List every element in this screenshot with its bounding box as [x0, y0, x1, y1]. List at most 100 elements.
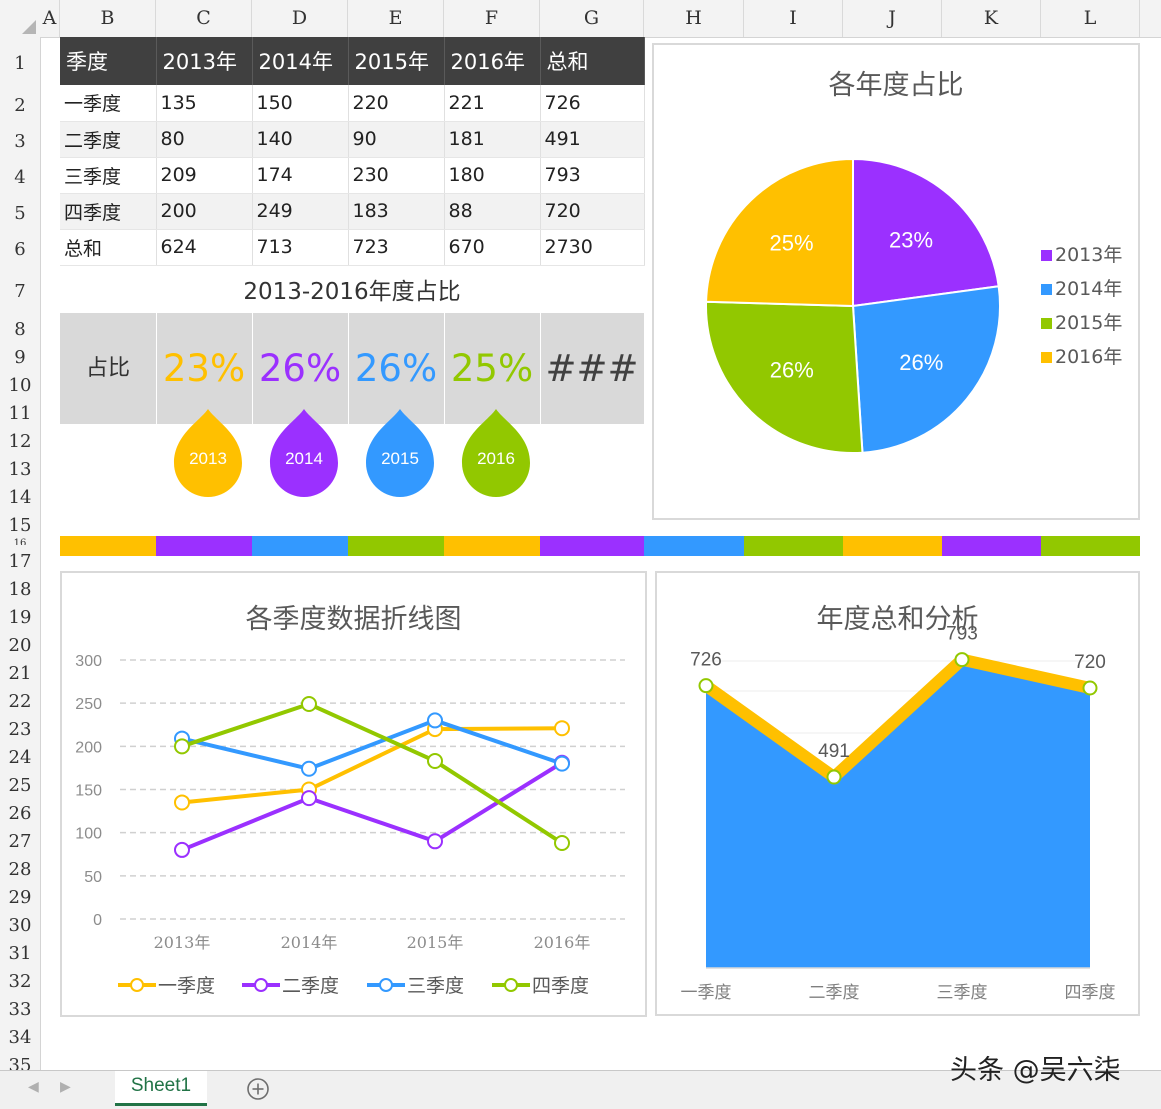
table-cell[interactable]: 670: [444, 229, 541, 266]
table-cell[interactable]: 三季度: [60, 157, 157, 194]
row-header-24[interactable]: 24: [0, 741, 40, 769]
data-point[interactable]: [554, 835, 570, 852]
table-cell[interactable]: 四季度: [60, 193, 157, 230]
row-header-7[interactable]: 7: [0, 265, 40, 313]
data-point[interactable]: [698, 678, 714, 694]
row-header-13[interactable]: 13: [0, 453, 40, 481]
column-header-g[interactable]: G: [540, 0, 644, 37]
table-cell[interactable]: 181: [444, 121, 541, 158]
area-chart-box[interactable]: 年度总和分析 726 491 793 720 一季度 二季度 三季度 四季度: [655, 571, 1140, 1016]
legend-label[interactable]: 2014年: [1055, 278, 1122, 300]
data-point[interactable]: [554, 720, 570, 737]
legend-label[interactable]: 一季度: [158, 975, 215, 997]
data-point[interactable]: [1082, 680, 1098, 696]
row-header-22[interactable]: 22: [0, 685, 40, 713]
table-cell[interactable]: 209: [156, 157, 253, 194]
table-cell[interactable]: 174: [252, 157, 349, 194]
data-point[interactable]: [301, 760, 317, 777]
table-cell[interactable]: 200: [156, 193, 253, 230]
table-cell[interactable]: 720: [540, 193, 645, 230]
row-header-19[interactable]: 19: [0, 601, 40, 629]
row-header-3[interactable]: 3: [0, 121, 40, 157]
table-cell[interactable]: 726: [540, 85, 645, 122]
column-header-i[interactable]: I: [744, 0, 843, 37]
column-header-e[interactable]: E: [348, 0, 444, 37]
row-header-33[interactable]: 33: [0, 993, 40, 1021]
data-point[interactable]: [826, 769, 842, 785]
data-point[interactable]: [174, 738, 190, 755]
row-header-30[interactable]: 30: [0, 909, 40, 937]
column-header-h[interactable]: H: [644, 0, 744, 37]
column-header-d[interactable]: D: [252, 0, 348, 37]
row-header-34[interactable]: 34: [0, 1021, 40, 1049]
scroll-left-icon[interactable]: ◀: [28, 1079, 39, 1095]
table-cell[interactable]: 140: [252, 121, 349, 158]
row-header-28[interactable]: 28: [0, 853, 40, 881]
data-point[interactable]: [554, 755, 570, 772]
row-header-26[interactable]: 26: [0, 797, 40, 825]
select-all-corner[interactable]: [22, 20, 36, 34]
row-header-9[interactable]: 9: [0, 341, 40, 369]
row-header-11[interactable]: 11: [0, 397, 40, 425]
column-header-a[interactable]: A: [40, 0, 60, 37]
plus-circle-icon[interactable]: [246, 1077, 270, 1101]
row-header-31[interactable]: 31: [0, 937, 40, 965]
column-header-k[interactable]: K: [942, 0, 1041, 37]
row-header-12[interactable]: 12: [0, 425, 40, 453]
table-cell[interactable]: 总和: [60, 229, 157, 266]
row-header-23[interactable]: 23: [0, 713, 40, 741]
row-header-27[interactable]: 27: [0, 825, 40, 853]
row-header-4[interactable]: 4: [0, 157, 40, 193]
sheet-tab[interactable]: Sheet1: [115, 1071, 207, 1106]
area-fill[interactable]: [706, 659, 1090, 968]
table-cell[interactable]: 624: [156, 229, 253, 266]
row-header-17[interactable]: 17: [0, 545, 40, 573]
legend-label[interactable]: 三季度: [407, 975, 464, 997]
legend-label[interactable]: 2013年: [1055, 244, 1122, 266]
row-header-1[interactable]: 1: [0, 37, 40, 85]
table-cell[interactable]: 220: [348, 85, 445, 122]
table-cell[interactable]: 793: [540, 157, 645, 194]
table-cell[interactable]: 二季度: [60, 121, 157, 158]
table-cell[interactable]: 723: [348, 229, 445, 266]
row-header-16[interactable]: 16: [0, 537, 40, 545]
table-cell[interactable]: 249: [252, 193, 349, 230]
line-chart-box[interactable]: 各季度数据折线图 0 50 100 150 200 250 300 2013年 2014年 201…: [60, 571, 647, 1017]
data-point[interactable]: [954, 652, 970, 668]
ratio-label[interactable]: 占比: [60, 313, 156, 424]
table-cell[interactable]: 150: [252, 85, 349, 122]
legend-label[interactable]: 二季度: [282, 975, 339, 997]
table-cell[interactable]: 135: [156, 85, 253, 122]
data-point[interactable]: [174, 794, 190, 811]
header-cell[interactable]: 2013年: [156, 37, 253, 85]
header-cell[interactable]: 2015年: [348, 37, 445, 85]
legend-label[interactable]: 2016年: [1055, 346, 1122, 368]
row-header-5[interactable]: 5: [0, 193, 40, 229]
table-cell[interactable]: 80: [156, 121, 253, 158]
row-header-20[interactable]: 20: [0, 629, 40, 657]
table-cell[interactable]: 713: [252, 229, 349, 266]
column-header-j[interactable]: J: [843, 0, 942, 37]
header-cell[interactable]: 季度: [60, 37, 157, 85]
row-header-18[interactable]: 18: [0, 573, 40, 601]
series-line[interactable]: [181, 726, 563, 805]
row-header-10[interactable]: 10: [0, 369, 40, 397]
table-cell[interactable]: 183: [348, 193, 445, 230]
column-header-c[interactable]: C: [156, 0, 252, 37]
data-point[interactable]: [427, 712, 443, 729]
table-cell[interactable]: 一季度: [60, 85, 157, 122]
data-point[interactable]: [427, 833, 443, 850]
row-header-15[interactable]: 15: [0, 509, 40, 537]
table-cell[interactable]: 90: [348, 121, 445, 158]
pie-chart-box[interactable]: 各年度占比 23% 26% 26% 25% 2013年 2014年 2015年 2016年: [652, 43, 1140, 520]
header-cell[interactable]: 总和: [540, 37, 645, 85]
table-cell[interactable]: 491: [540, 121, 645, 158]
data-point[interactable]: [301, 696, 317, 713]
row-header-29[interactable]: 29: [0, 881, 40, 909]
header-cell[interactable]: 2014年: [252, 37, 349, 85]
series-line[interactable]: [181, 701, 564, 845]
row-header-2[interactable]: 2: [0, 85, 40, 121]
data-point[interactable]: [427, 753, 443, 770]
table-cell[interactable]: 2730: [540, 229, 645, 266]
legend-label[interactable]: 2015年: [1055, 312, 1122, 334]
